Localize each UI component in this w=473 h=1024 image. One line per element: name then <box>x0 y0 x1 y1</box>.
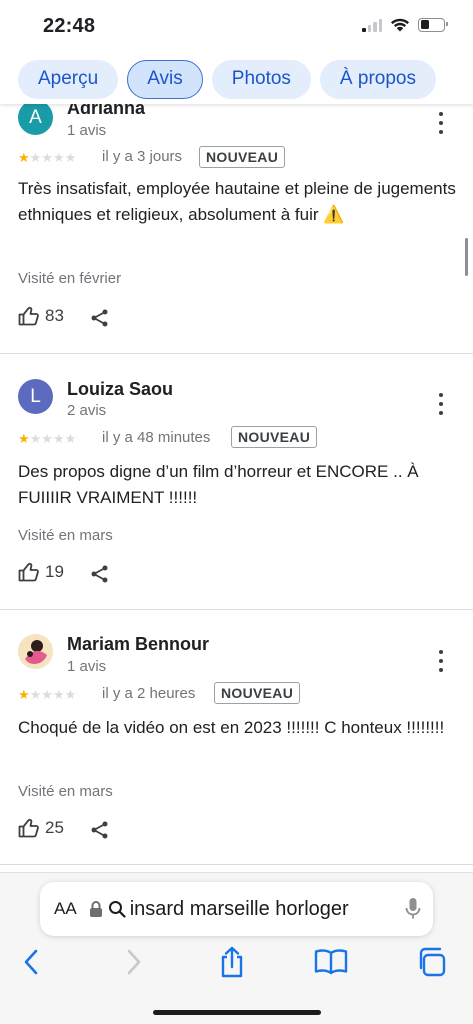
visited-date: Visité en mars <box>18 527 113 544</box>
review-author-count: 2 avis <box>67 402 107 419</box>
review-author[interactable]: Adrianna <box>67 104 145 119</box>
url-text[interactable]: insard marseille horloger <box>130 898 405 921</box>
status-time: 22:48 <box>43 15 96 37</box>
reader-settings-button[interactable]: AA <box>54 899 77 919</box>
tabs-button[interactable] <box>414 945 448 979</box>
place-tabs: Aperçu Avis Photos À propos <box>0 54 473 104</box>
divider <box>0 864 473 865</box>
forward-button[interactable] <box>117 945 151 979</box>
book-icon <box>314 949 348 975</box>
home-indicator[interactable] <box>153 1010 321 1015</box>
star-rating: ★★★★★ <box>18 687 77 702</box>
more-options-icon[interactable] <box>432 650 450 672</box>
like-button[interactable]: 19 <box>18 562 64 582</box>
cellular-signal-icon <box>362 18 382 32</box>
thumbs-up-icon <box>18 306 39 326</box>
battery-icon <box>418 17 448 32</box>
new-badge: NOUVEAU <box>199 146 286 168</box>
review-author-count: 1 avis <box>67 658 107 675</box>
tab-reviews[interactable]: Avis <box>127 59 203 99</box>
search-icon <box>108 901 126 918</box>
review-time: il y a 3 jours <box>102 148 183 165</box>
review-author[interactable]: Louiza Saou <box>67 379 173 400</box>
like-count: 19 <box>45 562 64 581</box>
chevron-left-icon <box>24 949 38 975</box>
address-bar[interactable]: AA insard marseille horloger <box>40 882 433 936</box>
back-button[interactable] <box>14 945 48 979</box>
visited-date: Visité en février <box>18 270 122 287</box>
thumbs-up-icon <box>18 818 39 838</box>
tab-photos[interactable]: Photos <box>211 59 311 99</box>
more-options-icon[interactable] <box>432 393 450 415</box>
new-badge: NOUVEAU <box>214 682 301 704</box>
browser-bottom-bar: AA insard marseille horloger <box>0 872 473 1024</box>
review-time: il y a 2 heures <box>102 685 196 702</box>
star-rating: ★★★★★ <box>18 431 77 446</box>
bookmarks-button[interactable] <box>314 945 348 979</box>
tab-overview[interactable]: Aperçu <box>18 59 119 99</box>
review-text: Très insatisfait, employée hautaine et p… <box>18 179 456 224</box>
review-card: Mariam Bennour 1 avis ★★★★★ il y a 2 heu… <box>0 610 473 865</box>
share-sheet-icon <box>221 946 243 978</box>
review-text: Choqué de la vidéo on est en 2023 !!!!!!… <box>18 718 445 737</box>
avatar[interactable]: L <box>18 379 53 414</box>
like-button[interactable]: 83 <box>18 306 64 326</box>
tabs-icon <box>419 947 446 977</box>
reviews-list[interactable]: A Adrianna 1 avis ★★★★★ il y a 3 jours N… <box>0 104 473 872</box>
tab-about[interactable]: À propos <box>319 59 436 99</box>
review-author-count: 1 avis <box>67 122 107 139</box>
avatar[interactable] <box>18 634 53 669</box>
like-button[interactable]: 25 <box>18 818 64 838</box>
review-card: L Louiza Saou 2 avis ★★★★★ il y a 48 min… <box>0 354 473 609</box>
review-author[interactable]: Mariam Bennour <box>67 634 209 655</box>
avatar[interactable]: A <box>18 104 53 135</box>
avatar-illustration <box>18 634 53 669</box>
wifi-icon <box>391 18 409 32</box>
microphone-icon[interactable] <box>405 896 421 922</box>
status-bar: 22:48 <box>0 0 473 54</box>
chevron-right-icon <box>127 949 141 975</box>
review-time: il y a 48 minutes <box>102 429 211 446</box>
share-button[interactable] <box>215 945 249 979</box>
visited-date: Visité en mars <box>18 783 113 800</box>
share-icon[interactable] <box>90 564 110 584</box>
more-options-icon[interactable] <box>432 112 450 134</box>
share-icon[interactable] <box>90 820 110 840</box>
review-card: A Adrianna 1 avis ★★★★★ il y a 3 jours N… <box>0 104 473 353</box>
lock-icon <box>89 901 102 917</box>
scrollbar[interactable] <box>465 238 468 276</box>
star-rating: ★★★★★ <box>18 150 77 165</box>
browser-toolbar <box>0 945 473 987</box>
new-badge: NOUVEAU <box>231 426 318 448</box>
status-icons <box>362 17 448 32</box>
like-count: 83 <box>45 306 64 325</box>
like-count: 25 <box>45 818 64 837</box>
share-icon[interactable] <box>90 308 110 328</box>
thumbs-up-icon <box>18 562 39 582</box>
review-text: Des propos digne d’un film d’horreur et … <box>18 462 419 507</box>
